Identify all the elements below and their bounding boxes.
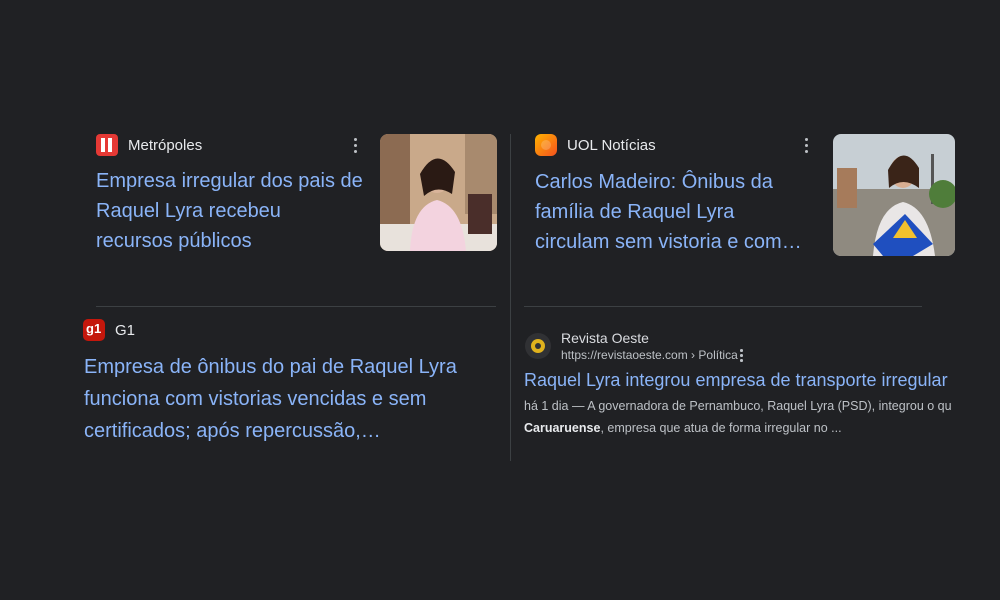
g1-logo-text: g1 — [86, 321, 102, 336]
snippet-bold-text: Caruaruense — [524, 421, 601, 435]
snippet-text: , empresa que atua de forma irregular no… — [600, 421, 842, 435]
more-vert-icon[interactable] — [740, 349, 744, 363]
uol-logo-icon — [535, 134, 557, 156]
news-thumbnail[interactable] — [380, 134, 497, 251]
news-source: Metrópoles — [96, 134, 202, 156]
more-vert-icon[interactable] — [354, 138, 358, 154]
headline-line: família de Raquel Lyra — [535, 201, 735, 223]
headline-line: Empresa irregular dos pais de — [96, 170, 363, 192]
news-thumbnail[interactable] — [833, 134, 955, 256]
news-card-g1[interactable]: g1 G1 Empresa de ônibus do pai de Raquel… — [83, 318, 503, 448]
metropoles-logo-icon — [96, 134, 118, 156]
headline-line: Raquel Lyra recebeu — [96, 200, 281, 222]
news-headline[interactable]: Empresa irregular dos pais de Raquel Lyr… — [96, 166, 376, 256]
headline-line: circulam sem vistoria e com… — [535, 231, 802, 253]
g1-logo-icon: g1 — [83, 319, 105, 341]
news-card-uol[interactable]: UOL Notícias Carlos Madeiro: Ônibus da f… — [535, 130, 955, 260]
card-divider — [524, 306, 922, 307]
card-divider — [96, 306, 496, 307]
news-source: UOL Notícias — [535, 134, 656, 156]
search-result-revista-oeste[interactable]: Revista Oeste https://revistaoeste.com ›… — [524, 328, 994, 443]
headline-line: recursos públicos — [96, 230, 252, 252]
news-source: g1 G1 — [83, 319, 135, 341]
news-source-name: UOL Notícias — [567, 136, 656, 154]
news-headline[interactable]: Empresa de ônibus do pai de Raquel Lyra … — [84, 352, 494, 446]
column-divider — [510, 134, 511, 461]
result-source-name: Revista Oeste — [561, 330, 649, 346]
news-source-name: Metrópoles — [128, 136, 203, 154]
result-snippet: há 1 dia — A governadora de Pernambuco, … — [524, 395, 994, 439]
headline-line: Carlos Madeiro: Ônibus da — [535, 171, 773, 193]
news-headline[interactable]: Carlos Madeiro: Ônibus da família de Raq… — [535, 167, 825, 257]
more-vert-icon[interactable] — [805, 138, 809, 154]
news-card-metropoles[interactable]: Metrópoles Empresa irregular dos pais de… — [96, 130, 501, 260]
result-title[interactable]: Raquel Lyra integrou empresa de transpor… — [524, 370, 948, 391]
headline-line: Empresa de ônibus do pai de Raquel Lyra — [84, 356, 457, 378]
snippet-line: há 1 dia — A governadora de Pernambuco, … — [524, 399, 952, 413]
revista-oeste-logo-icon — [525, 333, 551, 359]
news-source-name: G1 — [115, 321, 136, 339]
result-url[interactable]: https://revistaoeste.com › Política — [561, 348, 738, 362]
snippet-line: Caruaruense, empresa que atua de forma i… — [524, 417, 994, 439]
headline-line: certificados; após repercussão,… — [84, 420, 381, 442]
headline-line: funciona com vistorias vencidas e sem — [84, 388, 427, 410]
